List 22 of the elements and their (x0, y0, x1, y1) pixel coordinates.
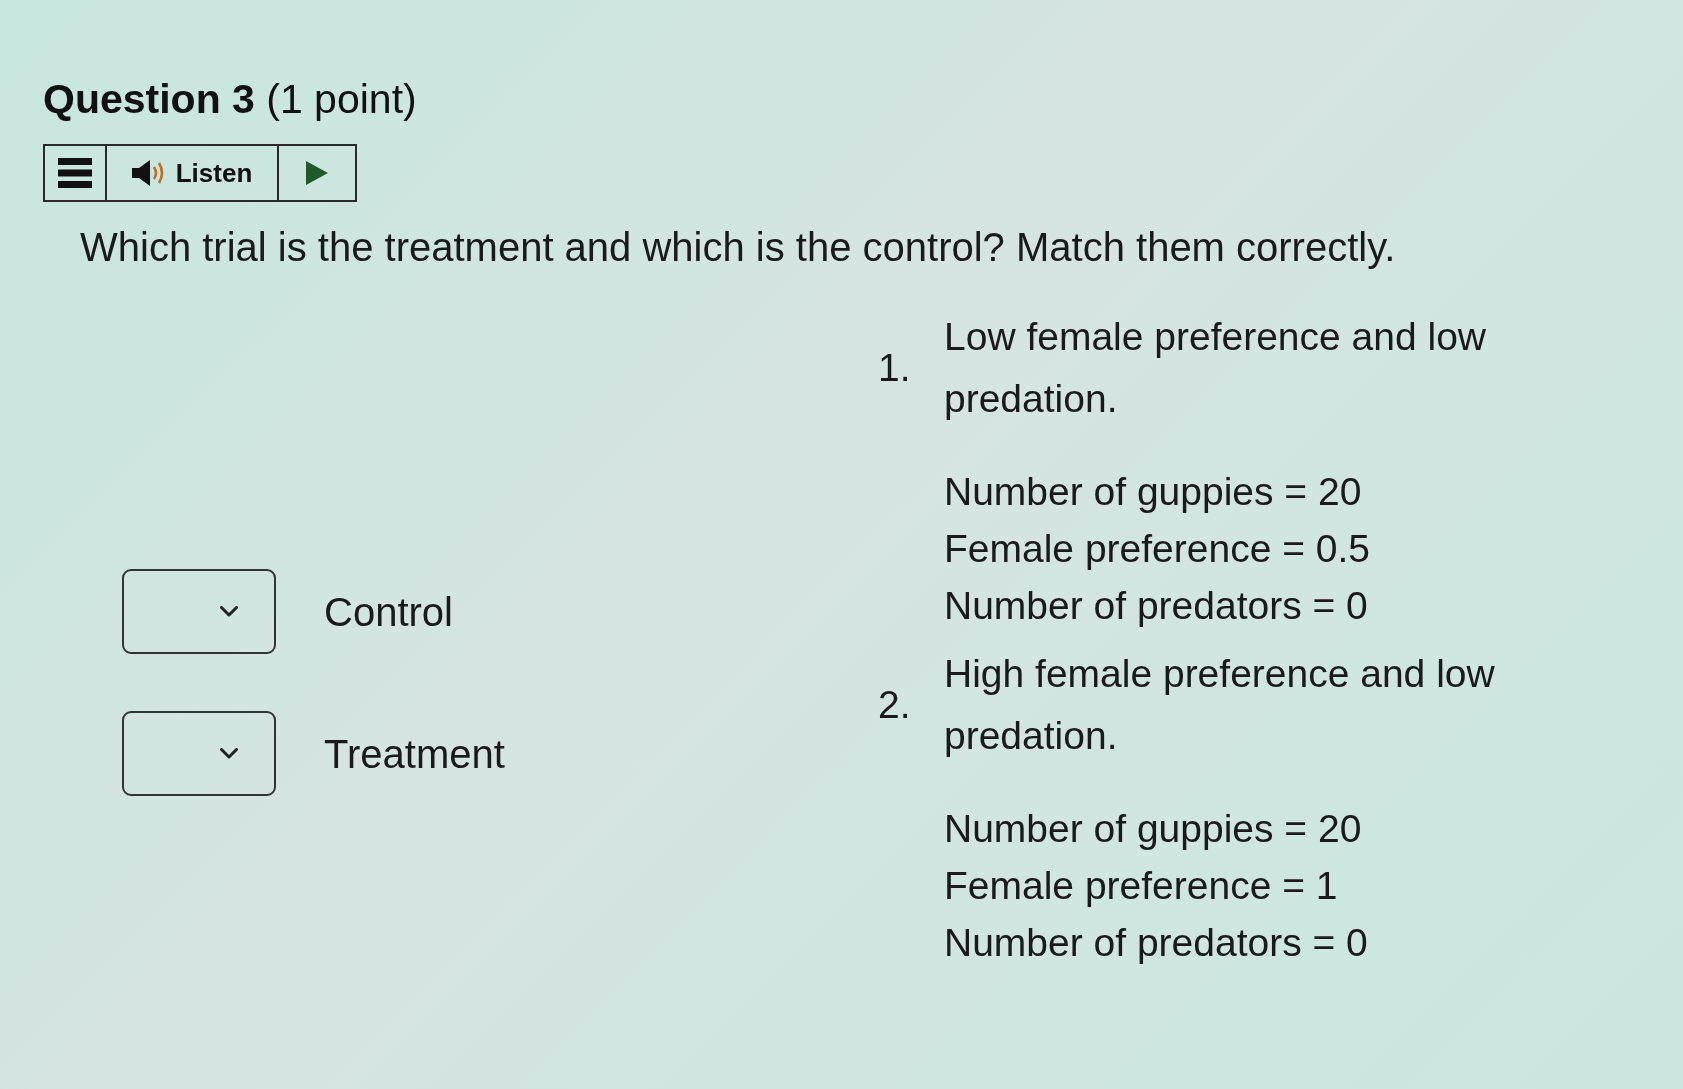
option-number: 2. (878, 682, 912, 728)
option-detail: Number of predators = 0 (944, 920, 1369, 966)
question-title: Question 3 (1 point) (43, 75, 417, 123)
option-description: Low female preference and low predation. (944, 314, 1487, 422)
menu-icon (58, 158, 92, 188)
option-detail: Number of guppies = 20 (944, 469, 1363, 515)
option-detail: Female preference = 1 (944, 863, 1339, 909)
dropdown[interactable] (122, 711, 276, 796)
play-icon (306, 161, 328, 185)
chevron-down-icon (220, 748, 238, 759)
option-detail: Female preference = 0.5 (944, 526, 1371, 572)
option-detail: Number of guppies = 20 (944, 806, 1363, 852)
option-number: 1. (878, 345, 912, 391)
match-label: Control (324, 588, 453, 635)
dropdown[interactable] (122, 569, 276, 654)
question-prompt: Which trial is the treatment and which is the control? Match them correctly. (80, 224, 1396, 270)
option-description: High female preference and low predation. (944, 651, 1496, 759)
chevron-down-icon (220, 606, 238, 617)
speaker-icon (131, 159, 166, 187)
listen-button[interactable]: Listen (107, 146, 279, 200)
option-detail: Number of predators = 0 (944, 583, 1369, 629)
match-label: Treatment (324, 730, 505, 777)
